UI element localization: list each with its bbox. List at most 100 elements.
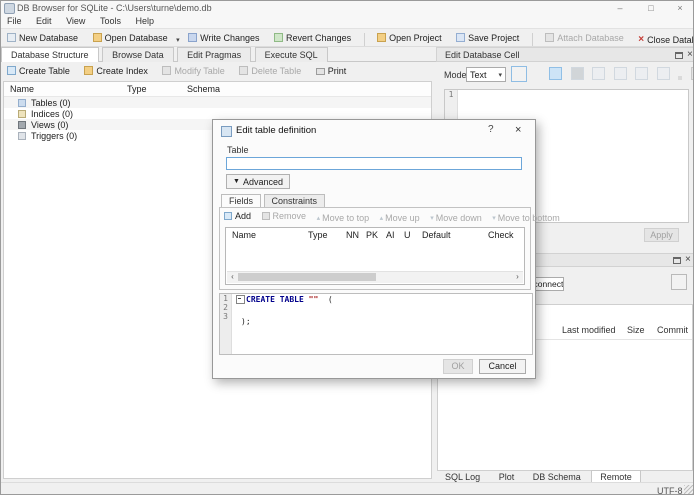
toolbar-separator [531, 33, 533, 47]
indices-icon [18, 109, 26, 118]
remote-column-size[interactable]: Size [627, 325, 645, 335]
toolbar-separator [363, 33, 365, 47]
table-name-label: Table [227, 145, 249, 155]
set-null-icon[interactable] [678, 76, 683, 80]
attach-database-button: Attach Database [539, 29, 630, 46]
export-file-icon[interactable] [635, 67, 649, 80]
col-default[interactable]: Default [422, 230, 451, 240]
tab-edit-pragmas[interactable]: Edit Pragmas [177, 47, 252, 62]
minimize-icon[interactable] [609, 2, 631, 14]
open-project-button[interactable]: Open Project [371, 29, 448, 46]
fields-panel: Add Remove ▴ Move to top ▴ Move up ▾ Move d… [219, 207, 560, 290]
close-icon[interactable] [669, 2, 691, 14]
col-name[interactable]: Name [232, 230, 256, 240]
create-table-button[interactable]: Create Table [1, 62, 76, 79]
fullscreen-icon[interactable] [656, 67, 670, 80]
advanced-button[interactable]: ▼ Advanced [226, 174, 290, 189]
scrollbar-thumb[interactable] [238, 273, 376, 281]
table-name-input[interactable] [226, 157, 522, 170]
dock-float-icon[interactable] [673, 257, 681, 264]
save-project-button[interactable]: Save Project [450, 29, 525, 46]
cancel-button[interactable]: Cancel [479, 359, 526, 374]
new-database-button[interactable]: New Database [1, 29, 84, 46]
sql-preview: 1 2 3 CREATE TABLE "" ( ); [219, 293, 533, 355]
open-database-icon [92, 33, 102, 42]
print-button[interactable]: Print [310, 62, 353, 79]
dock-close-icon[interactable] [687, 50, 693, 60]
revert-changes-icon [274, 33, 284, 42]
remote-column-last-modified[interactable]: Last modified [562, 325, 616, 335]
col-ai[interactable]: AI [386, 230, 395, 240]
maximize-icon[interactable] [640, 2, 662, 14]
scroll-left-icon[interactable]: ‹ [227, 272, 238, 282]
col-check[interactable]: Check [488, 230, 514, 240]
add-field-button[interactable]: Add [224, 211, 251, 221]
create-index-button[interactable]: Create Index [78, 62, 154, 79]
menu-view[interactable]: View [60, 15, 91, 27]
title-bar: DB Browser for SQLite - C:\Users\turne\d… [1, 1, 693, 15]
dialog-help-icon[interactable]: ? [488, 124, 494, 135]
tab-browse-data[interactable]: Browse Data [102, 47, 174, 62]
views-icon [18, 120, 26, 129]
tree-header: Name Type Schema [4, 82, 431, 97]
menu-edit[interactable]: Edit [30, 15, 58, 27]
revert-changes-button[interactable]: Revert Changes [268, 29, 357, 46]
scroll-right-icon[interactable]: › [512, 272, 523, 282]
col-u[interactable]: U [404, 230, 411, 240]
write-changes-button[interactable]: Write Changes [182, 29, 265, 46]
save-project-icon [456, 33, 466, 42]
tables-icon [18, 98, 26, 107]
menu-file[interactable]: File [1, 15, 28, 27]
fields-grid-hscrollbar[interactable]: ‹ › [227, 271, 523, 283]
move-down-icon: ▾ [430, 215, 434, 222]
text-mode-icon[interactable] [549, 67, 562, 80]
import-file-icon[interactable] [613, 67, 627, 80]
dock-close-icon[interactable] [685, 255, 691, 265]
open-project-icon [377, 33, 387, 42]
status-bar: UTF-8 [1, 482, 693, 494]
sql-line-3: ); [241, 317, 251, 326]
col-nn[interactable]: NN [346, 230, 359, 240]
open-database-dropdown-icon[interactable] [176, 34, 180, 44]
code-fold-icon[interactable] [236, 295, 245, 304]
write-changes-icon [188, 33, 198, 42]
tab-constraints[interactable]: Constraints [263, 194, 326, 207]
menu-tools[interactable]: Tools [94, 15, 127, 27]
apply-cell-icon-button[interactable] [511, 66, 527, 82]
open-in-editor-icon[interactable] [592, 67, 606, 80]
sql-gutter: 1 2 3 [220, 294, 232, 354]
tree-item-tables[interactable]: Tables (0) [4, 97, 431, 108]
add-icon [224, 212, 232, 220]
remote-column-commit[interactable]: Commit [657, 325, 691, 335]
col-type[interactable]: Type [308, 230, 328, 240]
tab-fields[interactable]: Fields [221, 194, 262, 208]
dialog-icon [221, 126, 232, 137]
resize-grip[interactable] [684, 485, 693, 494]
tab-database-structure[interactable]: Database Structure [1, 47, 99, 63]
dialog-close-icon[interactable]: × [515, 124, 521, 136]
close-database-button[interactable]: ×Close Database [632, 31, 693, 48]
move-bottom-icon: ▾ [492, 215, 496, 222]
open-database-button[interactable]: Open Database [87, 29, 174, 46]
dock-float-icon[interactable] [675, 52, 683, 59]
remote-connect-button [671, 274, 687, 290]
tree-item-indices[interactable]: Indices (0) [4, 108, 431, 119]
close-database-icon: × [638, 34, 645, 45]
mode-select[interactable]: Text [466, 67, 506, 82]
triggers-icon [18, 131, 26, 140]
tab-execute-sql[interactable]: Execute SQL [254, 47, 328, 62]
modify-table-button: Modify Table [156, 62, 230, 79]
binary-mode-icon[interactable] [570, 67, 584, 80]
tree-column-name[interactable]: Name [10, 84, 34, 94]
edit-cell-dock-header: Edit Database Cell [436, 47, 693, 62]
col-pk[interactable]: PK [366, 230, 378, 240]
menu-help[interactable]: Help [129, 15, 160, 27]
encoding-indicator[interactable]: UTF-8 [657, 486, 683, 494]
tree-column-schema[interactable]: Schema [187, 84, 220, 94]
menu-bar: File Edit View Tools Help [1, 15, 693, 28]
tree-column-type[interactable]: Type [127, 84, 147, 94]
move-top-icon: ▴ [316, 215, 321, 222]
print-cell-icon[interactable] [690, 67, 693, 80]
advanced-caret-icon: ▼ [233, 178, 240, 185]
remove-icon [261, 212, 270, 220]
